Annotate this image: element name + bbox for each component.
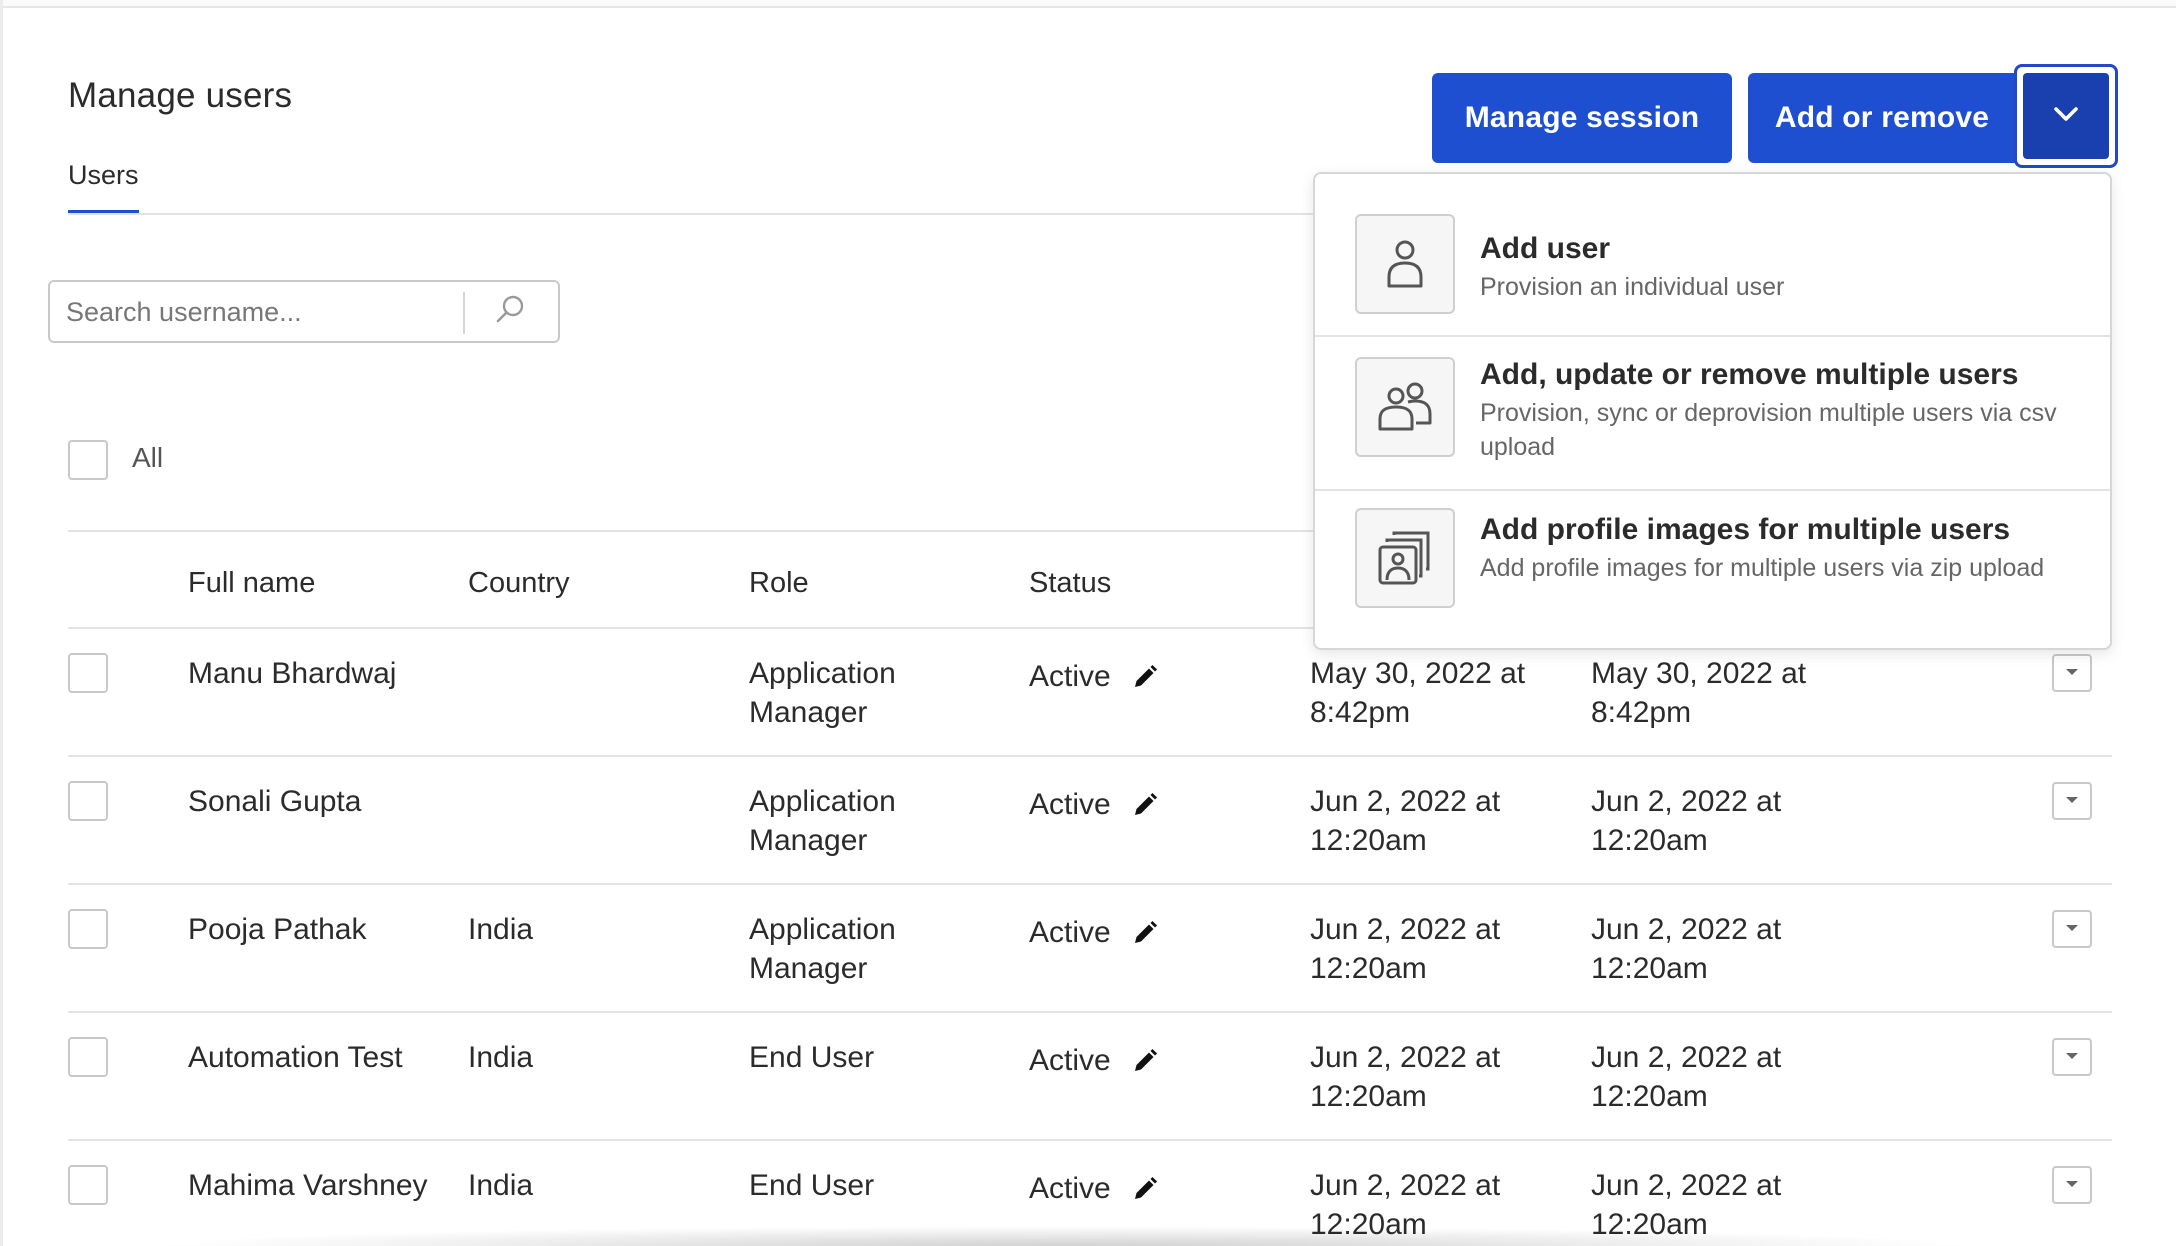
menu-item-title: Add, update or remove multiple users [1480, 358, 2019, 391]
menu-item-description: Add profile images for multiple users vi… [1480, 554, 2045, 582]
cell-date-1: Jun 2, 2022 at 12:20am [1310, 785, 1501, 857]
row-actions-button[interactable] [2052, 910, 2092, 948]
cell-full-name: Sonali Gupta [188, 785, 362, 818]
column-header-full-name[interactable]: Full name [188, 567, 315, 600]
menu-item-description: Provision an individual user [1480, 273, 1785, 301]
row-checkbox[interactable] [68, 781, 108, 821]
cell-date-2: Jun 2, 2022 at 12:20am [1591, 913, 1782, 985]
menu-item-add-user[interactable]: Add user Provision an individual user [1315, 174, 2110, 335]
row-actions-button[interactable] [2052, 1166, 2092, 1204]
toggle-inner [2023, 73, 2109, 159]
search-button[interactable] [475, 288, 545, 336]
left-border [0, 0, 3, 1246]
select-all-label: All [132, 442, 164, 473]
menu-item-title: Add user [1480, 232, 1611, 265]
cell-full-name: Mahima Varshney [188, 1169, 428, 1202]
row-actions-button[interactable] [2052, 654, 2092, 692]
row-actions-button[interactable] [2052, 1038, 2092, 1076]
add-or-remove-menu: Add user Provision an individual user Ad… [1313, 172, 2112, 650]
cell-role: Application Manager [749, 913, 896, 985]
menu-item-title: Add profile images for multiple users [1480, 513, 2011, 546]
cell-role: Application Manager [749, 657, 896, 729]
column-header-role[interactable]: Role [749, 567, 809, 600]
cell-country: India [468, 913, 534, 946]
search-box [48, 280, 560, 343]
cell-status: Active [1029, 1044, 1159, 1078]
add-or-remove-dropdown-toggle[interactable] [2014, 64, 2118, 168]
row-divider [68, 883, 2112, 885]
cell-date-2: Jun 2, 2022 at 12:20am [1591, 785, 1782, 857]
select-all-checkbox[interactable] [68, 440, 108, 480]
row-checkbox[interactable] [68, 1037, 108, 1077]
cell-role: Application Manager [749, 785, 896, 857]
row-checkbox[interactable] [68, 1165, 108, 1205]
status-text: Active [1029, 788, 1111, 821]
cell-status: Active [1029, 916, 1159, 950]
page-title: Manage users [68, 76, 293, 115]
caret-down-icon [2064, 664, 2080, 682]
cell-status: Active [1029, 788, 1159, 822]
users-group-icon [1355, 357, 1455, 457]
row-divider [68, 1139, 2112, 1141]
status-text: Active [1029, 1044, 1111, 1077]
cell-status: Active [1029, 1172, 1159, 1206]
caret-down-icon [2064, 1176, 2080, 1194]
menu-item-description: Provision, sync or deprovision multiple … [1480, 399, 2057, 461]
manage-users-page: Manage users Users All Full name Country… [0, 0, 2176, 1246]
search-input[interactable] [66, 292, 496, 332]
column-header-status[interactable]: Status [1029, 567, 1111, 600]
cell-full-name: Manu Bhardwaj [188, 657, 397, 690]
edit-status-pencil-icon[interactable] [1131, 663, 1159, 691]
user-icon [1355, 214, 1455, 314]
add-or-remove-button[interactable]: Add or remove [1748, 73, 2016, 163]
edit-status-pencil-icon[interactable] [1131, 791, 1159, 819]
edit-status-pencil-icon[interactable] [1131, 1175, 1159, 1203]
edit-status-pencil-icon[interactable] [1131, 919, 1159, 947]
cell-date-1: May 30, 2022 at 8:42pm [1310, 657, 1526, 729]
status-text: Active [1029, 660, 1111, 693]
row-divider [68, 1011, 2112, 1013]
row-divider [68, 755, 2112, 757]
manage-session-button[interactable]: Manage session [1432, 73, 1732, 163]
cell-date-1: Jun 2, 2022 at 12:20am [1310, 1041, 1501, 1113]
tab-users[interactable]: Users [68, 160, 139, 191]
menu-item-profile-images[interactable]: Add profile images for multiple users Ad… [1315, 491, 2110, 648]
cell-country: India [468, 1169, 534, 1202]
cell-full-name: Automation Test [188, 1041, 403, 1074]
tabs-divider [68, 213, 1313, 215]
caret-down-icon [2064, 792, 2080, 810]
cell-date-2: May 30, 2022 at 8:42pm [1591, 657, 1807, 729]
menu-item-bulk-users[interactable]: Add, update or remove multiple users Pro… [1315, 337, 2110, 489]
status-text: Active [1029, 1172, 1111, 1205]
cell-country: India [468, 1041, 534, 1074]
search-separator [463, 292, 465, 334]
status-text: Active [1029, 916, 1111, 949]
row-actions-button[interactable] [2052, 782, 2092, 820]
chevron-down-icon [2052, 105, 2080, 128]
row-checkbox[interactable] [68, 653, 108, 693]
search-icon [493, 293, 527, 332]
edit-status-pencil-icon[interactable] [1131, 1047, 1159, 1075]
profile-images-icon [1355, 508, 1455, 608]
cell-date-2: Jun 2, 2022 at 12:20am [1591, 1041, 1782, 1113]
cell-status: Active [1029, 660, 1159, 694]
cell-role: End User [749, 1169, 875, 1202]
top-border [0, 0, 2176, 8]
cell-full-name: Pooja Pathak [188, 913, 367, 946]
caret-down-icon [2064, 1048, 2080, 1066]
cell-date-1: Jun 2, 2022 at 12:20am [1310, 913, 1501, 985]
cell-role: End User [749, 1041, 875, 1074]
caret-down-icon [2064, 920, 2080, 938]
row-checkbox[interactable] [68, 909, 108, 949]
column-header-country[interactable]: Country [468, 567, 570, 600]
